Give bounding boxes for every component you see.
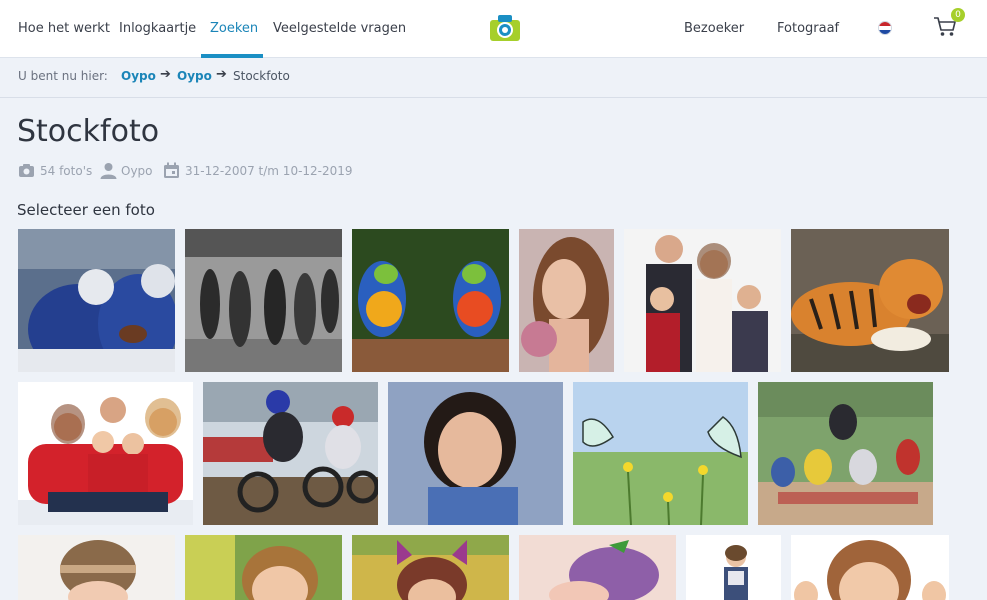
top-navigation: Hoe het werkt Inlogkaartje Zoeken Veelge… [0,0,987,58]
logo-camera-icon[interactable] [489,14,521,42]
photo-baby-flower-hat[interactable] [519,535,676,600]
nav-zoeken[interactable]: Zoeken [210,0,258,58]
user-icon [100,163,117,179]
photo-motocross-race[interactable] [758,382,933,525]
camera-icon [19,164,34,177]
arrow-right-icon: ➔ [216,67,227,82]
photo-butterflies[interactable] [573,382,748,525]
breadcrumb-current: Stockfoto [233,69,290,83]
nav-inlogkaartje[interactable]: Inlogkaartje [119,0,196,58]
photo-curly-child[interactable] [388,382,563,525]
photo-girl-bow[interactable] [352,535,509,600]
breadcrumb: U bent nu hier: Oypo ➔ Oypo ➔ Stockfoto [0,58,987,98]
photo-family-red[interactable] [18,382,193,525]
date-range: 31-12-2007 t/m 10-12-2019 [185,164,353,178]
photo-parrots[interactable] [352,229,509,372]
cart-count-badge: 0 [951,8,965,22]
breadcrumb-link-oypo-2[interactable]: Oypo [177,69,212,83]
calendar-icon [164,162,179,178]
section-title: Selecteer een foto [17,201,155,219]
photo-sprinters[interactable] [185,229,342,372]
arrow-right-icon: ➔ [160,67,171,82]
page-title: Stockfoto [17,114,160,149]
photo-baby-hat[interactable] [18,535,175,600]
photo-toddler-standing[interactable] [686,535,781,600]
photo-count: 54 foto's [40,164,93,178]
photo-american-football[interactable] [18,229,175,372]
photo-girl-portrait[interactable] [519,229,614,372]
photo-family-portrait[interactable] [624,229,781,372]
nav-hoe-het-werkt[interactable]: Hoe het werkt [18,0,110,58]
photo-motocross-riders[interactable] [203,382,378,525]
photo-girl-pigtails[interactable] [185,535,342,600]
flag-nl-icon[interactable] [878,21,892,35]
nav-veelgestelde-vragen[interactable]: Veelgestelde vragen [273,0,406,58]
nav-fotograaf[interactable]: Fotograaf [777,0,839,58]
nav-bezoeker[interactable]: Bezoeker [684,0,744,58]
breadcrumb-label: U bent nu hier: [18,69,108,83]
breadcrumb-link-oypo[interactable]: Oypo [121,69,156,83]
owner-name: Oypo [121,164,153,178]
photo-tiger[interactable] [791,229,949,372]
photo-girl-hands[interactable] [791,535,949,600]
